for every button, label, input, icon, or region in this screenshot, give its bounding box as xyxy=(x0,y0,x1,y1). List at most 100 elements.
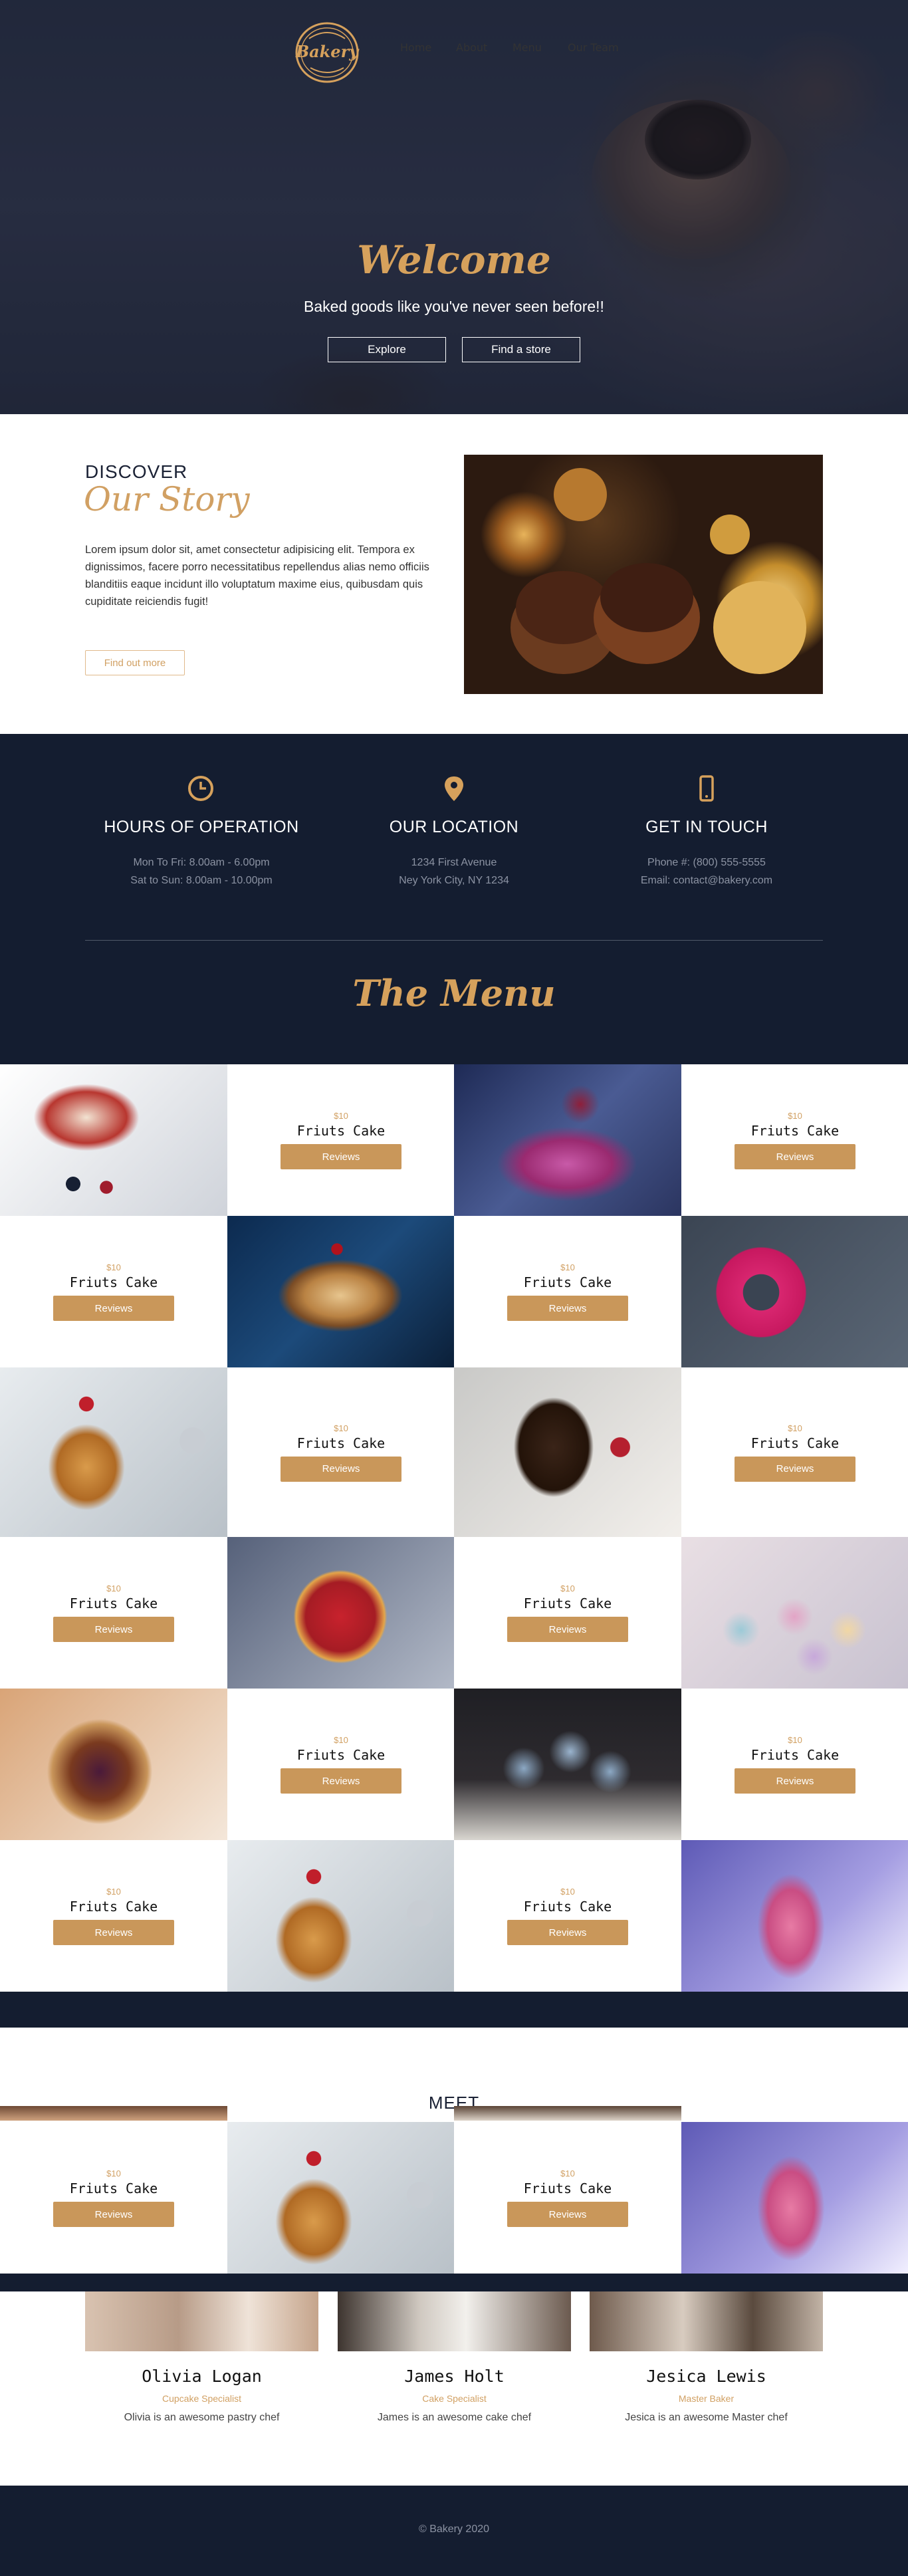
menu-item-card: $10 Friuts Cake Reviews xyxy=(227,1064,455,1216)
menu-item-price: $10 xyxy=(560,2168,575,2178)
menu-item-name: Friuts Cake xyxy=(296,1747,386,1763)
menu-item-name: Friuts Cake xyxy=(750,1123,840,1139)
team-desc-olivia: Olivia is an awesome pastry chef xyxy=(124,2412,280,2423)
reviews-button[interactable]: Reviews xyxy=(53,1617,174,1642)
menu-item-price: $10 xyxy=(560,1583,575,1593)
nav-home[interactable]: Home xyxy=(400,41,431,54)
team-role-jesica: Master Baker xyxy=(678,2393,735,2404)
hours-heading: HOURS OF OPERATION xyxy=(104,818,299,836)
team-role-james: Cake Specialist xyxy=(422,2393,487,2404)
pancake-stack-photo xyxy=(227,1840,455,1992)
team-photo-strip-2 xyxy=(454,2106,681,2121)
menu-item-price: $10 xyxy=(106,2168,121,2178)
team-desc-james: James is an awesome cake chef xyxy=(377,2412,532,2423)
reviews-button[interactable]: Reviews xyxy=(507,1617,628,1642)
menu-item-name: Friuts Cake xyxy=(69,2180,158,2196)
location-heading: OUR LOCATION xyxy=(389,818,519,836)
menu-item-price: $10 xyxy=(106,1887,121,1897)
menu-item-card: $10 Friuts Cake Reviews xyxy=(0,1216,227,1367)
contact-email: Email: contact@bakery.com xyxy=(640,875,773,886)
nav-about[interactable]: About xyxy=(456,41,487,54)
reviews-button[interactable]: Reviews xyxy=(507,1920,628,1945)
menu-item-price: $10 xyxy=(560,1262,575,1272)
find-store-button[interactable]: Find a store xyxy=(462,337,580,362)
reviews-button[interactable]: Reviews xyxy=(53,1296,174,1321)
reviews-button[interactable]: Reviews xyxy=(53,1920,174,1945)
menu-item-name: Friuts Cake xyxy=(523,1274,612,1290)
map-pin-icon xyxy=(445,776,463,801)
find-out-more-button[interactable]: Find out more xyxy=(85,650,185,675)
menu-item-name: Friuts Cake xyxy=(523,1899,612,1915)
card-pointer xyxy=(672,1131,691,1149)
pancake-stack-photo xyxy=(0,1367,227,1537)
logo-text: Bakery xyxy=(295,42,360,61)
info-section: HOURS OF OPERATION Mon To Fri: 8.00am - … xyxy=(0,734,908,1065)
menu-item-name: Friuts Cake xyxy=(69,1595,158,1611)
card-pointer xyxy=(218,1755,237,1774)
hero-tagline: Baked goods like you've never seen befor… xyxy=(304,298,604,315)
menu-item-card: $10 Friuts Cake Reviews xyxy=(227,1689,455,1840)
pink-donut-photo xyxy=(681,1216,908,1367)
menu-item-name: Friuts Cake xyxy=(523,2180,612,2196)
story-text: Lorem ipsum dolor sit, amet consectetur … xyxy=(85,544,429,608)
fruit-tart-photo xyxy=(227,1537,455,1689)
menu-item-price: $10 xyxy=(106,1262,121,1272)
reviews-button[interactable]: Reviews xyxy=(735,1456,855,1482)
card-pointer xyxy=(218,1443,237,1462)
phone-icon xyxy=(699,775,714,802)
menu-item-price: $10 xyxy=(334,1423,348,1433)
blue-cupcakes-photo xyxy=(454,1689,681,1840)
nav-menu[interactable]: Menu xyxy=(512,41,542,54)
menu-item-card: $10 Friuts Cake Reviews xyxy=(454,2122,681,2274)
team-photo-olivia xyxy=(85,2291,318,2351)
reviews-button[interactable]: Reviews xyxy=(281,1144,401,1169)
reviews-button[interactable]: Reviews xyxy=(735,1768,855,1794)
team-photo-jesica xyxy=(590,2291,823,2351)
donut-stack-photo xyxy=(681,1840,908,1992)
reviews-button[interactable]: Reviews xyxy=(281,1768,401,1794)
team-name-jesica: Jesica Lewis xyxy=(646,2367,766,2386)
layered-cake-photo xyxy=(227,1216,455,1367)
menu-item-name: Friuts Cake xyxy=(750,1747,840,1763)
story-title: Our Story xyxy=(84,480,250,519)
menu-item-name: Friuts Cake xyxy=(69,1274,158,1290)
menu-item-card: $10 Friuts Cake Reviews xyxy=(0,2122,227,2274)
cupcakes-illustration xyxy=(511,468,806,674)
page: Bakery Home About Menu Our Team Welcome … xyxy=(0,0,908,2576)
menu-item-price: $10 xyxy=(334,1735,348,1745)
menu-item-name: Friuts Cake xyxy=(69,1899,158,1915)
menu-item-price: $10 xyxy=(788,1111,802,1121)
menu-item-card: $10 Friuts Cake Reviews xyxy=(454,1537,681,1689)
menu-item-card: $10 Friuts Cake Reviews xyxy=(454,1840,681,1992)
nav-our-team[interactable]: Our Team xyxy=(568,41,619,54)
hours-line-2: Sat to Sun: 8.00am - 10.00pm xyxy=(130,875,273,886)
location-line-1: 1234 First Avenue xyxy=(411,857,497,868)
brownie-stack-photo xyxy=(454,1367,681,1537)
menu-title: The Menu xyxy=(352,972,556,1014)
story-image xyxy=(464,455,823,694)
clock-icon xyxy=(188,776,213,801)
berry-cake-photo xyxy=(0,1689,227,1840)
footer: © Bakery 2020 xyxy=(0,2486,908,2576)
contact-phone: Phone #: (800) 555-5555 xyxy=(647,857,766,868)
macarons-photo xyxy=(681,1537,908,1689)
pancake-stack-photo xyxy=(227,2122,455,2274)
explore-button[interactable]: Explore xyxy=(328,337,446,362)
team-photo-james xyxy=(338,2291,571,2351)
reviews-button[interactable]: Reviews xyxy=(735,1144,855,1169)
bakery-logo[interactable]: Bakery xyxy=(290,19,364,86)
reviews-button[interactable]: Reviews xyxy=(507,1296,628,1321)
reviews-button[interactable]: Reviews xyxy=(53,2202,174,2227)
team-desc-jesica: Jesica is an awesome Master chef xyxy=(625,2412,788,2423)
card-pointer xyxy=(672,1443,691,1462)
menu-item-price: $10 xyxy=(334,1111,348,1121)
cheesecake-slice-photo xyxy=(0,1064,227,1216)
team-name-olivia: Olivia Logan xyxy=(142,2367,262,2386)
menu-item-price: $10 xyxy=(560,1887,575,1897)
menu-item-card: $10 Friuts Cake Reviews xyxy=(0,1537,227,1689)
menu-item-card: $10 Friuts Cake Reviews xyxy=(681,1367,908,1537)
reviews-button[interactable]: Reviews xyxy=(507,2202,628,2227)
contact-heading: GET IN TOUCH xyxy=(645,818,768,836)
menu-item-price: $10 xyxy=(106,1583,121,1593)
reviews-button[interactable]: Reviews xyxy=(281,1456,401,1482)
